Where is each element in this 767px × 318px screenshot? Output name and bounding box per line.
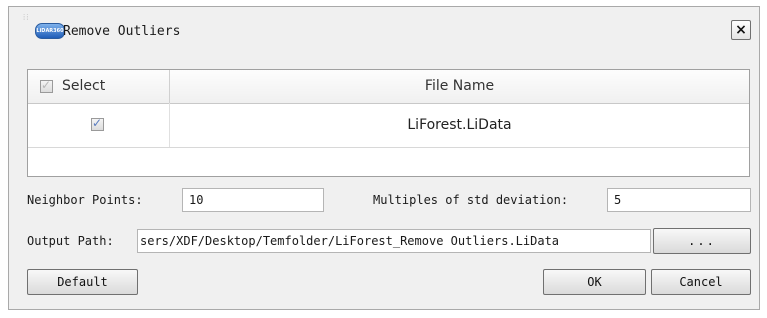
- browse-button[interactable]: ...: [653, 228, 751, 254]
- grip-icon: ⁞⁞: [23, 13, 30, 22]
- app-logo-icon: LiDAR360: [35, 23, 65, 39]
- header-select-column: ✓ Select: [28, 70, 170, 103]
- ok-button[interactable]: OK: [543, 269, 646, 295]
- app-logo-text: LiDAR360: [36, 28, 64, 34]
- check-icon: ✓: [92, 116, 103, 130]
- cancel-button[interactable]: Cancel: [651, 269, 751, 295]
- header-file-name-label: File Name: [424, 78, 495, 94]
- output-path-input[interactable]: sers/XDF/Desktop/Temfolder/LiForest_Remo…: [137, 229, 651, 253]
- neighbor-points-input[interactable]: 10: [182, 188, 324, 212]
- row-checkbox[interactable]: ✓: [91, 116, 104, 131]
- multiples-input[interactable]: 5: [607, 188, 751, 212]
- header-select-label: Select: [62, 78, 106, 94]
- dialog-title: Remove Outliers: [63, 24, 181, 39]
- table-row[interactable]: ✓ LiForest.LiData: [28, 103, 749, 148]
- check-icon: ✓: [41, 78, 52, 92]
- output-path-label: Output Path:: [27, 234, 114, 248]
- multiples-label: Multiples of std deviation:: [373, 193, 569, 207]
- row-select-cell: ✓: [28, 103, 170, 147]
- remove-outliers-dialog: ⁞⁞ LiDAR360 Remove Outliers × ✓ Select F…: [8, 6, 760, 310]
- neighbor-points-label: Neighbor Points:: [27, 193, 143, 207]
- file-table: ✓ Select File Name ✓ LiForest.LiData: [27, 69, 750, 177]
- select-all-checkbox[interactable]: ✓: [40, 78, 53, 93]
- row-file-name: LiForest.LiData: [407, 117, 512, 133]
- close-button[interactable]: ×: [731, 20, 751, 40]
- default-button[interactable]: Default: [27, 269, 138, 295]
- header-file-name-column: File Name: [170, 70, 749, 103]
- table-header: ✓ Select File Name: [28, 70, 749, 104]
- title-bar[interactable]: ⁞⁞ LiDAR360 Remove Outliers ×: [9, 7, 759, 49]
